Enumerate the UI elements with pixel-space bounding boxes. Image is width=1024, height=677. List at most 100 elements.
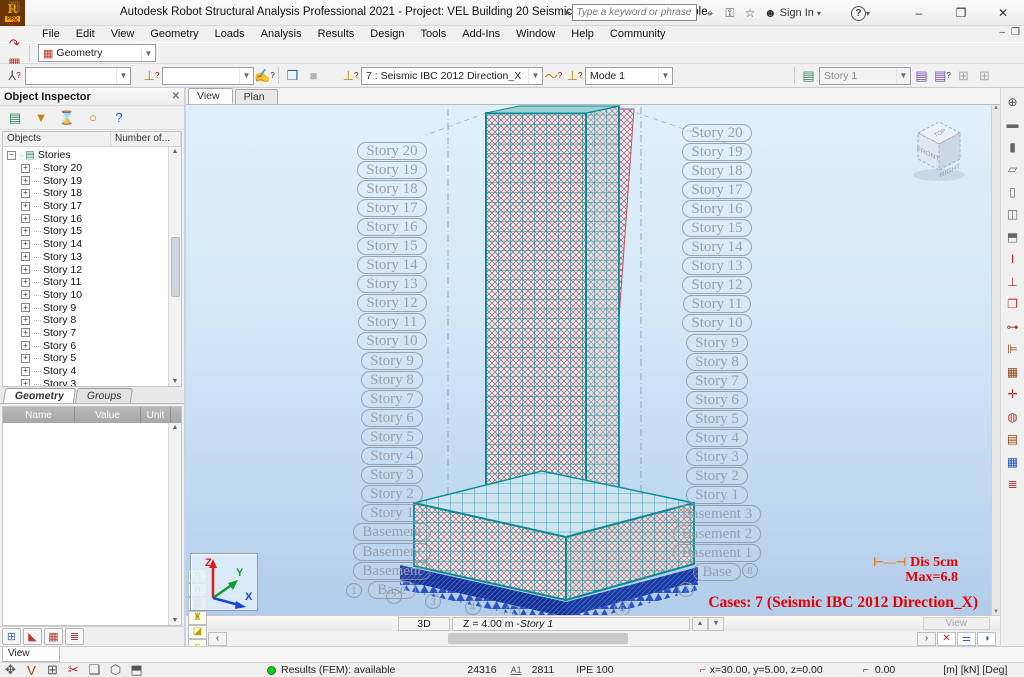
redo-icon[interactable]: ↷ — [4, 34, 25, 53]
column-name[interactable]: Name — [3, 407, 75, 423]
tree-item-story[interactable]: + ···· Story 8 — [21, 314, 181, 327]
bar-count[interactable]: 2811 — [532, 664, 555, 676]
tree-item-story[interactable]: + ···· Story 18 — [21, 187, 181, 200]
node-numbers-icon[interactable]: ⊕ — [1003, 92, 1023, 111]
foundation-icon[interactable]: ⊶ — [1003, 317, 1023, 336]
menu-edit[interactable]: Edit — [68, 28, 103, 40]
tree-item-story[interactable]: + ···· Story 5 — [21, 352, 181, 365]
scroll-down-icon[interactable]: ▼ — [172, 378, 179, 385]
grid-icon[interactable]: ▦ — [1003, 362, 1023, 381]
selection-help-icon[interactable]: ✍? — [254, 66, 275, 85]
expand-icon[interactable]: + — [21, 164, 30, 173]
current-section[interactable]: IPE 100 — [576, 664, 613, 676]
view-mode-button[interactable]: 3D — [398, 617, 450, 631]
menu-loads[interactable]: Loads — [207, 28, 253, 40]
level-up-button[interactable]: ▲ — [692, 617, 708, 631]
scroll-up-icon[interactable]: ▲ — [172, 148, 179, 155]
cursor-coordinates[interactable]: x=30.00, y=5.00, z=0.00 — [710, 664, 823, 676]
tree-item-story[interactable]: + ···· Story 17 — [21, 200, 181, 213]
tree-item-story[interactable]: + ···· Story 12 — [21, 263, 181, 276]
support-display-icon[interactable]: ♜ — [188, 611, 207, 625]
menu-community[interactable]: Community — [602, 28, 674, 40]
tree-item-story[interactable]: + ···· Story 3 — [21, 377, 181, 387]
node-selection-combo[interactable]: ▼ — [25, 67, 131, 85]
bar-icon[interactable]: ▬ — [1003, 115, 1023, 134]
expand-icon[interactable]: + — [21, 214, 30, 223]
close-button[interactable]: ✕ — [982, 0, 1024, 26]
units-indicator[interactable]: [m] [kN] [Deg] — [943, 664, 1007, 676]
expand-icon[interactable]: + — [21, 290, 30, 299]
panel-close-icon[interactable]: ✕ — [172, 91, 180, 102]
tree-item-story[interactable]: + ···· Story 16 — [21, 212, 181, 225]
grid-snap-icon[interactable]: ⊞ — [42, 661, 63, 677]
object-circle-icon[interactable]: ◍ — [1003, 407, 1023, 426]
level-indicator[interactable]: Z = 4.00 m - Story 1 — [452, 617, 690, 631]
layers-icon[interactable]: ≣ — [1003, 475, 1023, 494]
expand-icon[interactable]: + — [21, 278, 30, 287]
tree-item-story[interactable]: + ···· Story 4 — [21, 365, 181, 378]
column-number-of[interactable]: Number of... — [111, 132, 181, 146]
menu-analysis[interactable]: Analysis — [253, 28, 310, 40]
expand-icon[interactable]: + — [21, 328, 30, 337]
mdi-minimize-icon[interactable]: – — [999, 27, 1005, 38]
bar-selection-icon[interactable]: ⊥? — [141, 66, 162, 85]
scroll-up-icon[interactable]: ▲ — [993, 105, 999, 111]
render-mode-icon[interactable]: ◑ — [977, 632, 996, 646]
search-input[interactable] — [572, 4, 697, 21]
minimize-button[interactable]: – — [898, 0, 940, 26]
structure-model-icon[interactable]: ⊞ — [2, 628, 21, 645]
expand-icon[interactable]: + — [21, 189, 30, 198]
filter-off-icon[interactable]: ⌛ — [58, 108, 76, 127]
menu-add-ins[interactable]: Add-Ins — [454, 28, 508, 40]
horizontal-scrollbar[interactable] — [448, 633, 628, 644]
menu-window[interactable]: Window — [508, 28, 563, 40]
node-count[interactable]: 24316 — [467, 664, 496, 676]
search-icon[interactable]: ○ — [84, 108, 102, 127]
expand-icon[interactable]: + — [21, 341, 30, 350]
copy-object-icon[interactable]: ❏ — [84, 661, 105, 677]
layout-selector[interactable]: ▦ Geometry ▼ — [38, 44, 156, 62]
cut-planes-icon[interactable]: ✂ — [63, 661, 84, 677]
tab-geometry[interactable]: Geometry — [3, 388, 76, 403]
panel-copy-icon[interactable]: ❐ — [1003, 295, 1023, 314]
view-cube[interactable]: TOP FRONT RIGHT — [906, 117, 972, 188]
section-shape-display-icon[interactable]: ◪ — [188, 625, 207, 639]
tree-item-story[interactable]: + ···· Story 11 — [21, 276, 181, 289]
viewport-tab-plan[interactable]: Plan — [235, 89, 278, 104]
paste-icon[interactable]: ▥ — [4, 0, 25, 15]
menu-design[interactable]: Design — [362, 28, 412, 40]
search-toggle-icon[interactable]: ▸ — [566, 7, 571, 18]
menu-view[interactable]: View — [103, 28, 143, 40]
tree-item-story[interactable]: + ···· Story 19 — [21, 174, 181, 187]
column-unit[interactable]: Unit — [141, 407, 171, 423]
table-scrollbar[interactable]: ▲ ▼ — [168, 423, 181, 625]
expand-icon[interactable]: + — [21, 202, 30, 211]
tree-item-story[interactable]: + ···· Story 10 — [21, 289, 181, 302]
section-icon[interactable]: Ι — [1003, 250, 1023, 269]
viewport-tab-view[interactable]: View — [188, 88, 233, 104]
expand-icon[interactable]: + — [21, 252, 30, 261]
maximize-button[interactable]: ❐ — [940, 0, 982, 26]
menu-results[interactable]: Results — [310, 28, 363, 40]
story-add-icon[interactable]: ✛ — [1003, 385, 1023, 404]
mdi-restore-icon[interactable]: ❐ — [1011, 27, 1020, 38]
search-communities-icon[interactable]: ⌖ — [700, 4, 720, 22]
load-case-icon[interactable]: ⊥? — [340, 66, 361, 85]
canvas-scrollbar[interactable]: ▲ ▼ — [991, 105, 1000, 615]
expand-icon[interactable]: + — [21, 379, 30, 387]
load-display-icon[interactable]: ⊥? — [564, 66, 585, 85]
expand-icon[interactable]: + — [21, 303, 30, 312]
data-table-icon[interactable]: ▦ — [1003, 452, 1023, 471]
expand-icon[interactable]: + — [21, 240, 30, 249]
expand-icon[interactable]: + — [21, 265, 30, 274]
tree-item-story[interactable]: + ···· Story 20 — [21, 162, 181, 175]
expand-icon[interactable]: + — [21, 367, 30, 376]
tree-item-story[interactable]: + ···· Story 6 — [21, 339, 181, 352]
load-case-combo[interactable]: 7 : Seismic IBC 2012 Direction_X▼ — [361, 67, 543, 85]
story-help-icon[interactable]: ▤? — [932, 66, 953, 85]
attributes-icon[interactable]: ⚌ — [957, 632, 976, 646]
story-view-icon[interactable]: ▤ — [798, 66, 819, 85]
column-objects[interactable]: Objects — [3, 132, 111, 146]
view-panel-icon[interactable]: ❒ — [282, 66, 303, 85]
selection-icon[interactable]: ✥ — [0, 661, 21, 677]
